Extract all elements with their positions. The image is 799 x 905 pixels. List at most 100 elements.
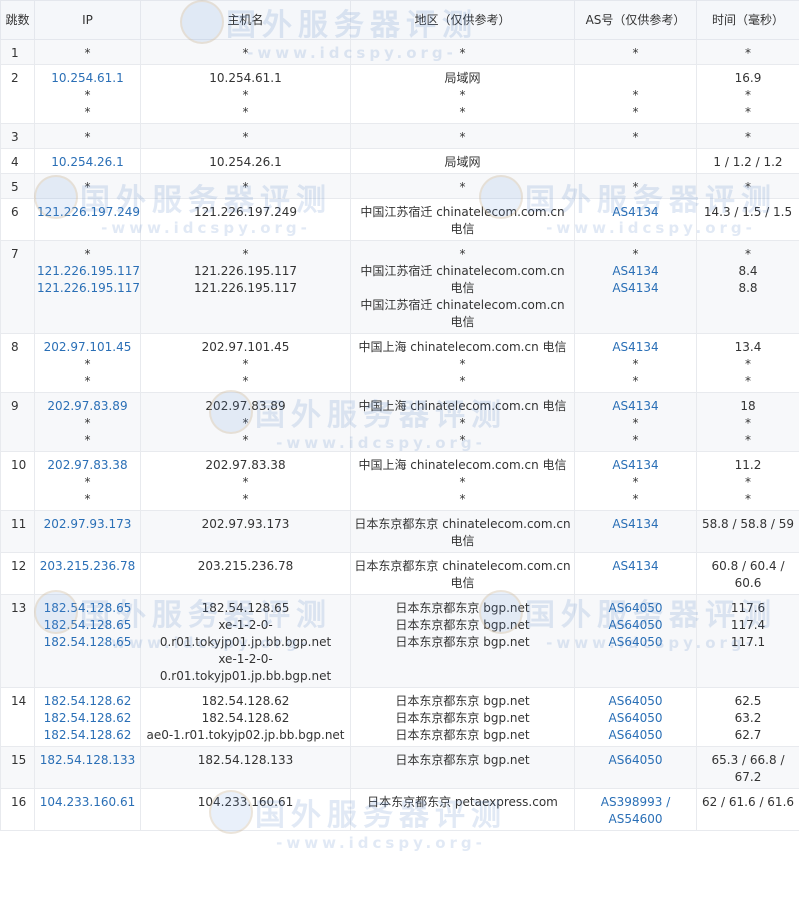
ip-line: * <box>84 374 91 388</box>
hop-cell: 5 <box>0 173 35 199</box>
as-cell: AS4134 <box>574 552 697 595</box>
as-link[interactable]: AS398993 / AS54600 <box>577 794 694 828</box>
hostname-cell: * <box>140 39 351 65</box>
as-line: * <box>632 492 639 506</box>
as-link[interactable]: AS4134 <box>577 263 694 280</box>
ip-link[interactable]: 104.233.160.61 <box>37 794 138 811</box>
as-link[interactable]: AS64050 <box>577 693 694 710</box>
hostname-cell: * <box>140 123 351 149</box>
ip-link[interactable]: 202.97.83.89 <box>37 398 138 415</box>
ip-line: * <box>84 46 91 60</box>
as-link[interactable]: AS4134 <box>577 516 694 533</box>
ip-link[interactable]: 182.54.128.65 <box>37 634 138 651</box>
ip-cell: 182.54.128.62 182.54.128.62 182.54.128.62 <box>34 687 141 747</box>
hostname-line: 182.54.128.65 <box>201 601 290 615</box>
hostname-cell: * 121.226.195.117 121.226.195.117 <box>140 240 351 334</box>
region-cell: 中国上海 chinatelecom.com.cn 电信 * * <box>350 333 575 393</box>
header-region: 地区（仅供参考） <box>350 0 575 40</box>
as-link[interactable]: AS4134 <box>577 339 694 356</box>
ip-link[interactable]: 202.97.83.38 <box>37 457 138 474</box>
ip-cell: * <box>34 173 141 199</box>
header-as: AS号（仅供参考） <box>574 0 697 40</box>
ip-link[interactable]: 182.54.128.65 <box>37 617 138 634</box>
hostname-line: 202.97.93.173 <box>201 517 290 531</box>
as-link[interactable]: AS64050 <box>577 710 694 727</box>
hostname-line: * <box>242 357 249 371</box>
as-link[interactable]: AS4134 <box>577 558 694 575</box>
hostname-line: * <box>242 374 249 388</box>
time-line: 117.6 <box>730 601 766 615</box>
as-link[interactable]: AS4134 <box>577 204 694 221</box>
hop-cell: 11 <box>0 510 35 553</box>
region-cell: * <box>350 123 575 149</box>
region-line: 日本东京都东京 bgp.net <box>395 694 530 708</box>
ip-cell: 10.254.26.1 <box>34 148 141 174</box>
hop-cell: 12 <box>0 552 35 595</box>
time-cell: * 8.4 8.8 <box>696 240 799 334</box>
as-link[interactable]: AS64050 <box>577 727 694 744</box>
region-line: 日本东京都东京 bgp.net <box>395 711 530 725</box>
region-line: * <box>459 46 466 60</box>
ip-cell: 104.233.160.61 <box>34 788 141 831</box>
ip-cell: 182.54.128.65 182.54.128.65 182.54.128.65 <box>34 594 141 688</box>
as-line: * <box>632 88 639 102</box>
table-header-row: 跳数 IP 主机名 地区（仅供参考） AS号（仅供参考） 时间（毫秒） <box>0 0 799 40</box>
hop-cell: 6 <box>0 198 35 241</box>
hostname-cell: 10.254.61.1 * * <box>140 64 351 124</box>
time-line: 62 / 61.6 / 61.6 <box>701 795 795 809</box>
time-cell: 62 / 61.6 / 61.6 <box>696 788 799 831</box>
time-line: * <box>745 130 751 144</box>
time-cell: * <box>696 173 799 199</box>
region-cell: * <box>350 173 575 199</box>
ip-link[interactable]: 202.97.101.45 <box>37 339 138 356</box>
time-cell: 58.8 / 58.8 / 59 <box>696 510 799 553</box>
time-cell: * <box>696 123 799 149</box>
ip-link[interactable]: 121.226.197.249 <box>37 204 140 221</box>
region-line: * <box>459 247 466 261</box>
ip-link[interactable]: 182.54.128.62 <box>37 710 138 727</box>
table-row: 4 10.254.26.1 10.254.26.1 局域网 1 / 1.2 / 1.2 <box>0 148 799 174</box>
as-cell: AS4134 <box>574 198 697 241</box>
ip-link[interactable]: 182.54.128.65 <box>37 600 138 617</box>
ip-link[interactable]: 202.97.93.173 <box>37 516 138 533</box>
region-line: * <box>459 475 466 489</box>
as-link[interactable]: AS64050 <box>577 600 694 617</box>
header-ip: IP <box>34 0 141 40</box>
time-line: 8.4 <box>738 264 758 278</box>
as-link[interactable]: AS4134 <box>577 457 694 474</box>
as-link[interactable]: AS64050 <box>577 634 694 651</box>
time-line: 13.4 <box>734 340 762 354</box>
ip-link[interactable]: 203.215.236.78 <box>37 558 138 575</box>
as-link[interactable]: AS4134 <box>577 280 694 297</box>
region-cell: 日本东京都东京 bgp.net 日本东京都东京 bgp.net 日本东京都东京 bg… <box>350 687 575 747</box>
time-cell: 13.4 * * <box>696 333 799 393</box>
region-line: * <box>459 130 466 144</box>
region-line: 中国上海 chinatelecom.com.cn 电信 <box>358 458 567 472</box>
hostname-line: 121.226.195.117 <box>193 281 298 295</box>
ip-link[interactable]: 121.226.195.117 <box>37 280 140 297</box>
ip-cell: 10.254.61.1 * * <box>34 64 141 124</box>
ip-link[interactable]: 10.254.61.1 <box>37 70 138 87</box>
time-cell: 1 / 1.2 / 1.2 <box>696 148 799 174</box>
ip-link[interactable]: 121.226.195.117 <box>37 263 140 280</box>
hop-cell: 8 <box>0 333 35 393</box>
ip-link[interactable]: 10.254.26.1 <box>37 154 138 171</box>
as-line: * <box>632 180 639 194</box>
hostname-cell: 10.254.26.1 <box>140 148 351 174</box>
ip-link[interactable]: 182.54.128.62 <box>37 693 138 710</box>
as-link[interactable]: AS4134 <box>577 398 694 415</box>
time-cell: 60.8 / 60.4 / 60.6 <box>696 552 799 595</box>
hostname-line: * <box>242 180 249 194</box>
as-link[interactable]: AS64050 <box>577 752 694 769</box>
hop-cell: 9 <box>0 392 35 452</box>
as-cell: * <box>574 39 697 65</box>
region-line: 中国上海 chinatelecom.com.cn 电信 <box>358 340 567 354</box>
as-link[interactable]: AS64050 <box>577 617 694 634</box>
ip-line: * <box>84 130 91 144</box>
ip-link[interactable]: 182.54.128.62 <box>37 727 138 744</box>
as-cell: AS64050 AS64050 AS64050 <box>574 594 697 688</box>
ip-link[interactable]: 182.54.128.133 <box>37 752 138 769</box>
hostname-line: 10.254.61.1 <box>209 71 282 85</box>
region-cell: 日本东京都东京 bgp.net 日本东京都东京 bgp.net 日本东京都东京 bg… <box>350 594 575 688</box>
time-cell: 14.3 / 1.5 / 1.5 <box>696 198 799 241</box>
